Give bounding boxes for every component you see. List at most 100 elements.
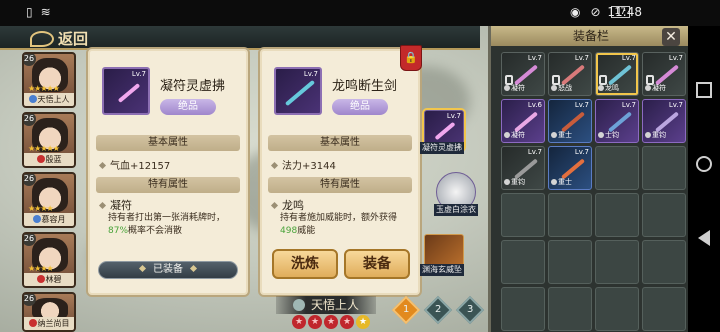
inventory-empty-slot[interactable] [501,287,545,331]
star-icon: ★ [292,315,306,329]
hero-card[interactable]: 26 纳兰尚目 [22,292,76,332]
inventory-item[interactable]: Lv.6 凝符 [501,99,545,143]
hero-level: 26 [24,234,36,246]
badge-icon [504,132,510,138]
faction-icon [28,319,37,327]
inventory-empty-slot[interactable] [595,146,639,190]
inventory-item[interactable]: Lv.7 重士 [548,146,592,190]
item-level: Lv.7 [527,148,542,156]
item-level: Lv.7 [621,54,636,62]
item-level: Lv.7 [668,101,683,109]
item-name: 凝符灵虚拂 [160,79,226,94]
item-tag: 重钧 [645,130,666,140]
item-detail-panel-equipped: Lv.7 凝符灵虚拂 绝品 基本属性 气血+12157 特有属性 凝符 持有者打… [86,47,250,297]
hero-card[interactable]: 26 ★★★★ 林碧 [22,232,76,288]
bullet-icon [98,201,107,210]
item-level: Lv.6 [527,101,542,109]
recent-apps-icon[interactable] [696,82,712,98]
equip-button[interactable]: 装备 [344,249,410,279]
inventory-empty-slot[interactable] [595,287,639,331]
badge-icon [551,132,557,138]
faction-icon [292,299,305,311]
hero-stars: ★★★★★ [28,144,60,153]
hero-star-rating: ★ ★ ★ ★ ★ [292,315,370,329]
inventory-empty-slot[interactable] [548,193,592,237]
skill-description: 持有者施加威能时，额外获得 498威能 [280,213,398,236]
inventory-empty-slot[interactable] [642,146,686,190]
item-tag: 凝符 [504,130,525,140]
inventory-empty-slot[interactable] [595,240,639,284]
star-icon: ★ [324,315,338,329]
badge-icon [551,85,557,91]
inventory-empty-slot[interactable] [642,240,686,284]
rarity-badge: 绝品 [160,99,216,115]
close-button[interactable]: ✕ [662,28,680,46]
badge-icon [504,179,510,185]
inventory-empty-slot[interactable] [548,240,592,284]
page-button-2[interactable]: 2 [423,295,453,325]
badge-icon [645,85,651,91]
hero-stars: ★★★★ [28,204,54,213]
item-tag: 重士 [551,130,572,140]
bullet-icon [98,161,107,170]
hero-nameplate: 天悟上人 [276,296,376,314]
skill-name: 龙鸣 [270,197,304,213]
badge-icon [504,85,510,91]
special-attr-header: 特有属性 [268,177,412,193]
equipped-armor-label: 玉虚白涂衣 [434,204,478,216]
refine-button[interactable]: 洗炼 [272,249,338,279]
inventory-item[interactable]: Lv.7 凝符 [501,52,545,96]
equipped-accessory-label: 渊海玄威坠 [420,264,464,276]
inventory-item[interactable]: Lv.7 士钧 [595,99,639,143]
hero-level: 26 [24,174,36,186]
ornament-icon [189,264,198,273]
back-button[interactable]: 返回 [30,28,88,49]
base-attr: 气血+12157 [98,157,170,172]
bullet-icon [270,201,279,210]
hero-level: 26 [24,294,36,306]
home-icon[interactable] [696,156,712,172]
inventory-empty-slot[interactable] [642,287,686,331]
item-name: 龙鸣断生剑 [332,79,398,94]
inventory-item[interactable]: Lv.7 龙鸣 [595,52,639,96]
inventory-empty-slot[interactable] [642,193,686,237]
clock: 11:48 [607,5,642,19]
inventory-empty-slot[interactable] [548,287,592,331]
item-level: Lv.7 [527,54,542,62]
inventory-item[interactable]: Lv.7 重钧 [642,99,686,143]
inventory-empty-slot[interactable] [501,193,545,237]
faction-icon [32,215,41,223]
wifi-icon: ≋ [40,5,51,19]
sim-icon: ▯ [26,5,33,19]
hero-list: 26 ★★★★★ 天悟上人 26 ★★★★★ 殷蓝 26 ★★★★ 慕容月 26… [16,52,82,332]
hero-card[interactable]: 26 ★★★★★ 天悟上人 [22,52,76,108]
page-button-3[interactable]: 3 [455,295,485,325]
item-icon: Lv.7 [102,67,150,115]
hero-name: 慕容月 [24,213,74,226]
inventory-empty-slot[interactable] [595,193,639,237]
faction-icon [28,95,37,103]
star-icon: ★ [308,315,322,329]
inventory-item[interactable]: Lv.7 重钧 [501,146,545,190]
inventory-item[interactable]: Lv.7 怒战 [548,52,592,96]
ornament-icon [138,264,147,273]
equipped-status: 已装备 [98,261,238,279]
page-button-1[interactable]: 1 [391,295,421,325]
badge-icon [645,132,651,138]
badge-icon [598,132,604,138]
inventory-item[interactable]: Lv.7 重士 [548,99,592,143]
mute-icon: ⊘ [590,5,601,19]
back-nav-icon[interactable] [698,230,710,246]
inventory-empty-slot[interactable] [501,240,545,284]
hero-card[interactable]: 26 ★★★★ 慕容月 [22,172,76,228]
status-bar: ▯ ≋ ◉ ⊘ 17 11:48 [0,0,720,26]
item-tag: 凝符 [645,83,666,93]
hero-name: 林碧 [24,273,74,286]
item-level: Lv.7 [303,70,318,78]
bullet-icon [270,161,279,170]
inventory-item[interactable]: Lv.7 凝符 [642,52,686,96]
hero-card[interactable]: 26 ★★★★★ 殷蓝 [22,112,76,168]
base-attr: 法力+3144 [270,157,336,172]
special-attr-header: 特有属性 [96,177,240,193]
star-icon: ★ [340,315,354,329]
